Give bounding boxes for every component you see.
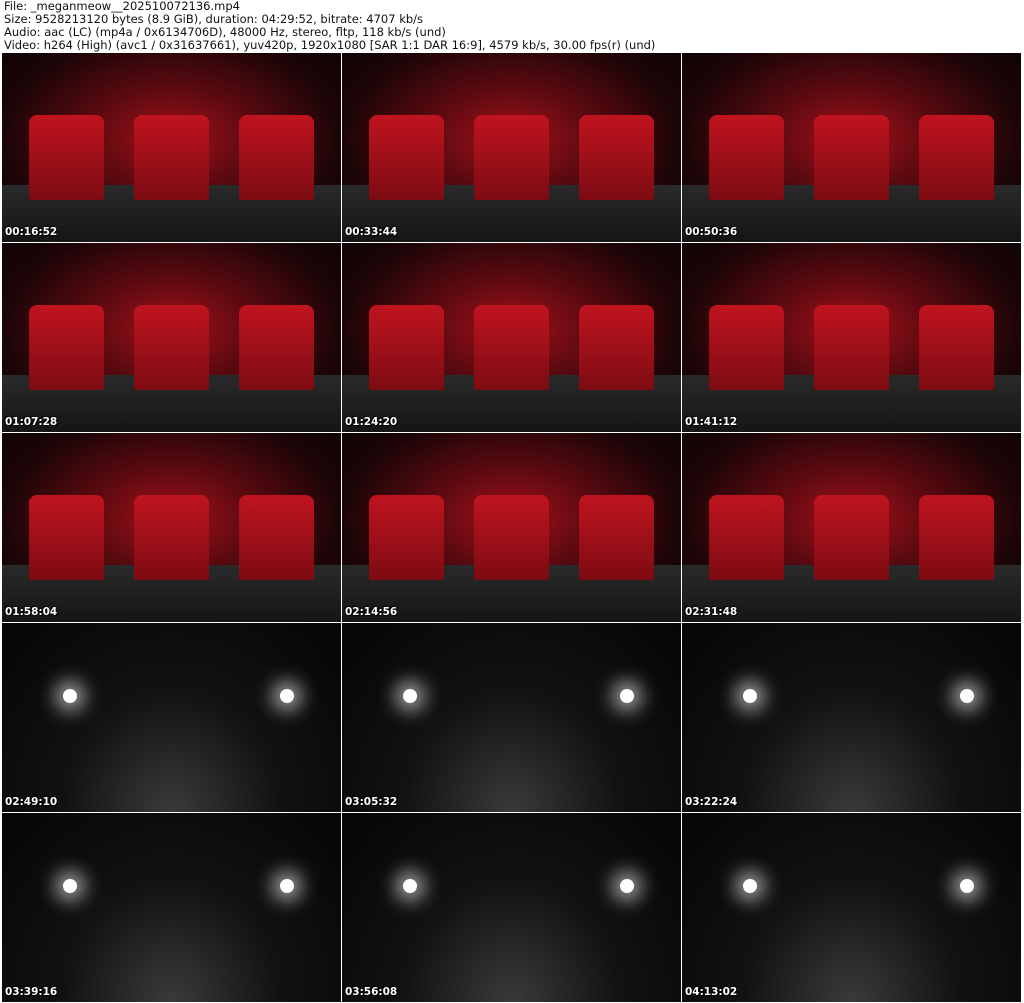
thumbnail-timestamp: 01:58:04 [5, 606, 58, 618]
seat-shape [369, 495, 444, 581]
spotlight-shape [63, 879, 78, 894]
thumbnail-timestamp: 03:56:08 [345, 986, 398, 998]
video-thumbnail: 03:22:24 [682, 623, 1021, 812]
seat-shape [29, 115, 104, 201]
seat-shape [474, 495, 549, 581]
seat-shape [239, 115, 314, 201]
seat-shape [919, 115, 994, 201]
file-info-header: File: _meganmeow__202510072136.mp4 Size:… [4, 0, 655, 52]
seat-shape [474, 115, 549, 201]
thumbnail-timestamp: 03:39:16 [5, 986, 58, 998]
video-thumbnail: 01:58:04 [2, 433, 341, 622]
spotlight-shape [63, 689, 78, 704]
spotlight-shape [619, 689, 634, 704]
thumbnail-timestamp: 01:41:12 [685, 416, 738, 428]
seat-shape [709, 305, 784, 391]
thumbnail-timestamp: 03:05:32 [345, 796, 398, 808]
seat-shape [709, 115, 784, 201]
video-thumbnail: 01:24:20 [342, 243, 681, 432]
seat-shape [239, 495, 314, 581]
spotlight-shape [959, 879, 974, 894]
seat-shape [134, 115, 209, 201]
thumbnail-grid: 00:16:52 00:33:44 00:50:36 01:07:28 01:24:20… [2, 53, 1021, 1002]
video-thumbnail: 01:41:12 [682, 243, 1021, 432]
seat-shape [134, 305, 209, 391]
seat-shape [369, 305, 444, 391]
seat-shape [814, 115, 889, 201]
video-thumbnail: 00:50:36 [682, 53, 1021, 242]
thumbnail-timestamp: 03:22:24 [685, 796, 738, 808]
thumbnail-timestamp: 01:24:20 [345, 416, 398, 428]
thumbnail-timestamp: 04:13:02 [685, 986, 738, 998]
video-thumbnail: 04:13:02 [682, 813, 1021, 1002]
spotlight-shape [743, 689, 758, 704]
spotlight-shape [279, 689, 294, 704]
seat-shape [29, 495, 104, 581]
seat-shape [369, 115, 444, 201]
spotlight-shape [403, 879, 418, 894]
spotlight-shape [959, 689, 974, 704]
spotlight-shape [279, 879, 294, 894]
thumbnail-timestamp: 00:33:44 [345, 226, 398, 238]
seat-shape [579, 305, 654, 391]
video-info: Video: h264 (High) (avc1 / 0x31637661), … [4, 38, 656, 52]
video-thumbnail: 02:31:48 [682, 433, 1021, 622]
spotlight-shape [619, 879, 634, 894]
seat-shape [579, 115, 654, 201]
seat-shape [919, 305, 994, 391]
thumbnail-timestamp: 01:07:28 [5, 416, 58, 428]
seat-shape [709, 495, 784, 581]
video-thumbnail: 01:07:28 [2, 243, 341, 432]
video-thumbnail: 00:16:52 [2, 53, 341, 242]
seat-shape [474, 305, 549, 391]
video-thumbnail: 02:49:10 [2, 623, 341, 812]
thumbnail-timestamp: 02:49:10 [5, 796, 58, 808]
spotlight-shape [743, 879, 758, 894]
video-thumbnail: 00:33:44 [342, 53, 681, 242]
seat-shape [814, 305, 889, 391]
video-thumbnail: 03:39:16 [2, 813, 341, 1002]
seat-shape [239, 305, 314, 391]
video-thumbnail: 03:56:08 [342, 813, 681, 1002]
thumbnail-timestamp: 02:31:48 [685, 606, 738, 618]
video-thumbnail: 03:05:32 [342, 623, 681, 812]
seat-shape [29, 305, 104, 391]
spotlight-shape [403, 689, 418, 704]
thumbnail-timestamp: 00:16:52 [5, 226, 58, 238]
video-thumbnail: 02:14:56 [342, 433, 681, 622]
thumbnail-timestamp: 02:14:56 [345, 606, 398, 618]
seat-shape [814, 495, 889, 581]
seat-shape [919, 495, 994, 581]
thumbnail-timestamp: 00:50:36 [685, 226, 738, 238]
seat-shape [134, 495, 209, 581]
seat-shape [579, 495, 654, 581]
